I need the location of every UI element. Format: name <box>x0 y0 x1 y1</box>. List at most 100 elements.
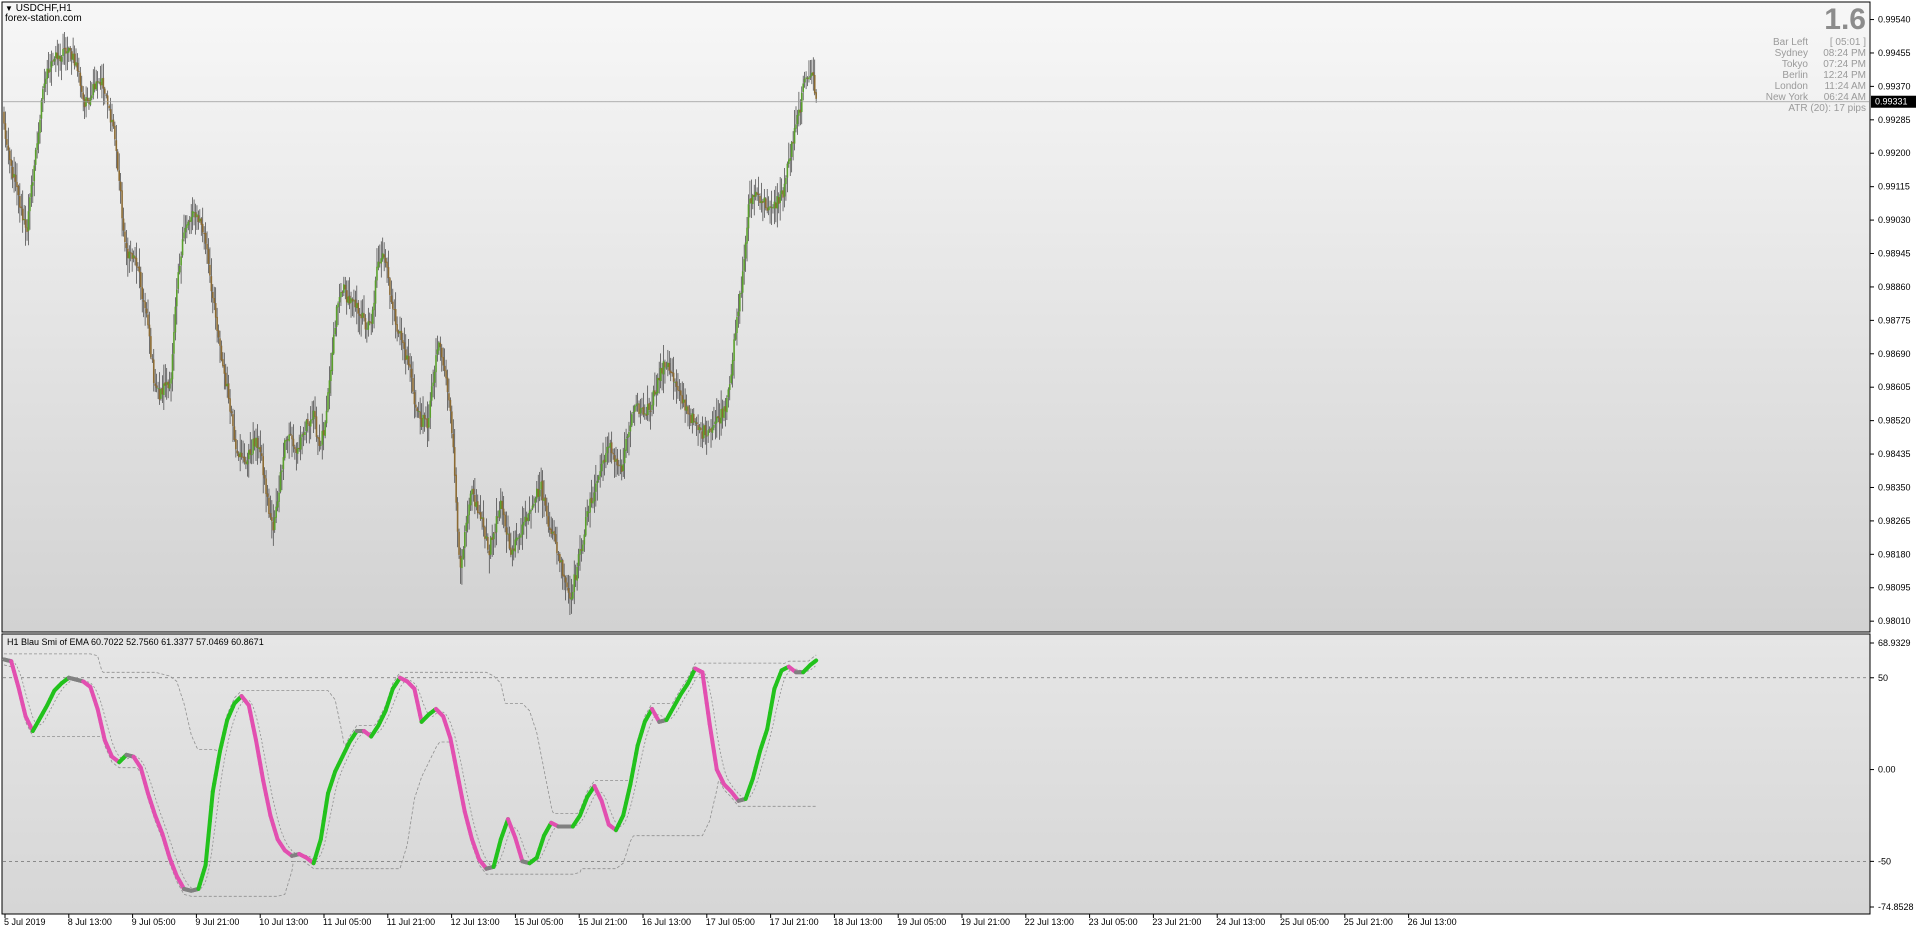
candle-body <box>811 72 813 76</box>
candle-body <box>371 309 374 324</box>
candle-body <box>769 206 771 208</box>
candle-body <box>543 498 545 501</box>
candle-body <box>597 476 600 480</box>
candle-body <box>115 140 118 151</box>
candle-body <box>262 456 264 476</box>
candle-body <box>780 190 783 195</box>
candle-body <box>579 549 581 555</box>
candle-body <box>368 321 371 323</box>
candle-body <box>170 378 172 384</box>
candle-body <box>616 458 619 466</box>
candle-body <box>495 516 498 533</box>
candle-body <box>119 181 122 192</box>
candle-body <box>69 47 72 51</box>
candle-body <box>433 371 436 383</box>
candle-body <box>288 434 290 442</box>
candle-body <box>73 53 76 66</box>
candle-body <box>392 301 394 309</box>
candle-body <box>572 592 574 599</box>
candle-body <box>374 280 377 304</box>
candle-body <box>570 597 573 600</box>
symbol-header[interactable]: ▼ USDCHF,H1 forex-station.com <box>5 4 82 24</box>
candle-body <box>37 132 40 145</box>
candle-body <box>750 198 753 203</box>
candle-body <box>111 120 113 122</box>
candle-body <box>325 410 328 424</box>
candle-body <box>220 345 223 361</box>
candle-body <box>8 150 11 161</box>
candle-body <box>701 431 704 439</box>
candle-body <box>662 361 665 375</box>
candle-body <box>514 539 516 552</box>
candle-body <box>266 493 269 497</box>
candle-body <box>534 498 537 503</box>
candle-body <box>789 158 792 161</box>
current-price-label: 0.99331 <box>1875 97 1908 107</box>
candle-body <box>187 221 190 226</box>
candle-body <box>622 464 624 472</box>
candle-body <box>507 533 509 535</box>
candle-body <box>599 471 601 477</box>
candle-body <box>32 182 34 186</box>
candle-body <box>726 397 728 413</box>
candle-body <box>360 314 362 319</box>
candle-body <box>502 508 505 516</box>
smi-segment <box>207 804 214 823</box>
candle-body <box>512 548 515 551</box>
candle-body <box>338 296 341 303</box>
candle-body <box>442 357 444 366</box>
candle-body <box>377 261 380 268</box>
candle-body <box>409 364 411 368</box>
candle-body <box>403 342 406 349</box>
candle-body <box>89 97 92 105</box>
candle-body <box>536 488 538 499</box>
candle-body <box>188 220 191 222</box>
candle-body <box>27 211 30 232</box>
triangle-down-icon[interactable]: ▼ <box>5 4 13 13</box>
candle-body <box>540 481 542 490</box>
candle-body <box>68 47 70 53</box>
watermark-text: forex-station.com <box>5 13 82 24</box>
candle-body <box>47 69 50 73</box>
candle-body <box>527 514 529 522</box>
candle-body <box>44 78 47 84</box>
candle-body <box>223 365 226 374</box>
candle-body <box>370 322 372 324</box>
candle-body <box>664 362 666 368</box>
candle-body <box>299 437 302 450</box>
candle-body <box>517 537 519 539</box>
price-tick-label: 0.99540 <box>1878 15 1911 25</box>
candle-body <box>399 331 401 334</box>
candle-body <box>479 512 482 519</box>
price-tick-label: 0.99455 <box>1878 48 1911 58</box>
candle-body <box>533 503 535 506</box>
candle-body <box>639 408 642 414</box>
candle-body <box>366 328 368 330</box>
candle-body <box>158 388 161 400</box>
session-value: 07:24 PM <box>1823 59 1866 70</box>
candle-body <box>760 200 763 204</box>
candle-body <box>381 253 384 260</box>
candle-body <box>475 502 478 508</box>
candle-body <box>59 56 61 62</box>
candle-body <box>400 330 403 341</box>
price-tick-label: 0.99200 <box>1878 148 1911 158</box>
candle-body <box>518 536 521 538</box>
candle-body <box>168 383 171 389</box>
candle-body <box>140 271 142 288</box>
candle-body <box>412 377 414 392</box>
candle-body <box>92 84 95 96</box>
candle-body <box>785 177 787 185</box>
candle-body <box>209 264 211 276</box>
candle-body <box>487 537 489 550</box>
time-tick-label: 18 Jul 13:00 <box>833 917 882 927</box>
candle-body <box>688 413 691 415</box>
candle-body <box>445 370 447 379</box>
candle-body <box>484 527 486 540</box>
candle-body <box>160 388 162 399</box>
candle-body <box>583 534 586 545</box>
trading-chart[interactable]: 0.99540 0.99455 0.99370 0.99285 0.99200 0.991… <box>0 0 1916 933</box>
candle-body <box>803 78 806 83</box>
candle-body <box>727 389 730 398</box>
candle-body <box>286 439 289 441</box>
